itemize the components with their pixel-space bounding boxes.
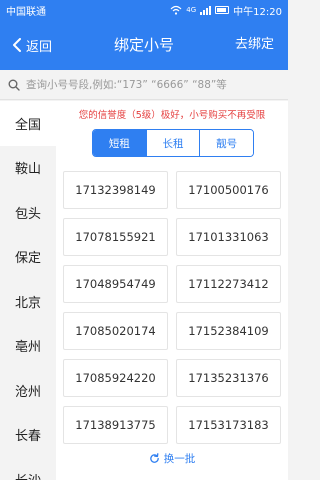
refresh-label: 换一批 (163, 453, 196, 465)
sidebar-item-city[interactable]: 北京 (0, 279, 56, 324)
number-option[interactable]: 17152384109 (176, 312, 281, 350)
number-panel: 您的信誉度（5级）极好，小号购买不再受限 短租 长租 靓号 1713239814… (56, 101, 288, 480)
rental-type-tabs: 短租 长租 靓号 (92, 129, 254, 157)
refresh-icon (150, 453, 159, 463)
chevron-left-icon (13, 38, 21, 52)
sidebar-item-city[interactable]: 包头 (0, 190, 56, 235)
sidebar-item-city[interactable]: 亳州 (0, 324, 56, 369)
sidebar-item-city[interactable]: 长春 (0, 413, 56, 458)
sidebar-item-city[interactable]: 鞍山 (0, 146, 56, 191)
number-option[interactable]: 17078155921 (63, 218, 168, 256)
clock-label: 中午12:20 (233, 6, 282, 18)
number-option[interactable]: 17112273412 (176, 265, 281, 303)
search-input[interactable] (26, 78, 288, 91)
sidebar-item-city[interactable]: 长沙 (0, 457, 56, 480)
sidebar-item-city[interactable]: 全国 (0, 101, 56, 146)
number-option[interactable]: 17138913775 (63, 406, 168, 444)
number-option[interactable]: 17100500176 (176, 171, 281, 209)
number-option[interactable]: 17153173183 (176, 406, 281, 444)
city-sidebar: 全国 鞍山 包头 保定 北京 亳州 沧州 长春 长沙 (0, 101, 56, 480)
number-option[interactable]: 17048954749 (63, 265, 168, 303)
status-icons: 4G 中午12:20 (170, 3, 282, 18)
tab-short-term[interactable]: 短租 (93, 130, 146, 156)
go-bind-button[interactable]: 去绑定 (235, 20, 274, 70)
back-button[interactable]: 返回 (12, 20, 52, 70)
back-label: 返回 (26, 39, 53, 55)
search-icon (8, 79, 20, 91)
number-option[interactable]: 17085020174 (63, 312, 168, 350)
sidebar-item-city[interactable]: 沧州 (0, 368, 56, 413)
number-grid: 17132398149 17100500176 17078155921 1710… (63, 171, 281, 444)
wifi-icon (170, 5, 182, 15)
refresh-button[interactable]: 换一批 (56, 451, 288, 466)
number-option[interactable]: 17085924220 (63, 359, 168, 397)
nav-bar: 返回 绑定小号 去绑定 (0, 20, 288, 70)
tab-premium-number[interactable]: 靓号 (199, 130, 253, 156)
signal-icon (200, 5, 212, 15)
search-bar (0, 70, 288, 100)
number-option[interactable]: 17132398149 (63, 171, 168, 209)
tab-long-term[interactable]: 长租 (145, 130, 200, 156)
number-option[interactable]: 17135231376 (176, 359, 281, 397)
network-type-label: 4G (186, 6, 197, 14)
credit-notice: 您的信誉度（5级）极好，小号购买不再受限 (78, 110, 266, 121)
sidebar-item-city[interactable]: 保定 (0, 235, 56, 280)
carrier-label: 中国联通 (6, 6, 46, 18)
number-option[interactable]: 17101331063 (176, 218, 281, 256)
battery-icon (215, 6, 230, 14)
status-bar: 中国联通 4G 中午12:20 (0, 0, 288, 20)
